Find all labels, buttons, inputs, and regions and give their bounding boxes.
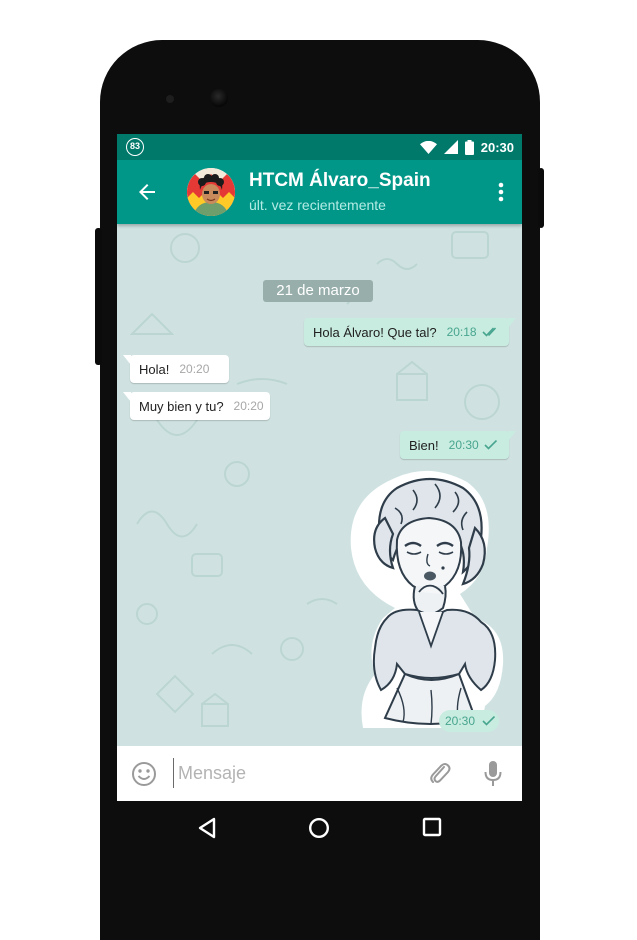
date-separator: 21 de marzo (263, 280, 373, 302)
message-bubble-incoming[interactable]: Muy bien y tu? 20:20 (123, 392, 270, 420)
message-text: Hola Álvaro! Que tal? (313, 324, 437, 340)
navigation-bar (117, 801, 522, 858)
home-circle-icon[interactable] (308, 817, 330, 839)
message-input-bar (117, 746, 522, 801)
notification-badge: 83 (126, 138, 144, 156)
more-vert-icon[interactable] (496, 180, 506, 204)
message-bubble-outgoing[interactable]: Bien! 20:30 (400, 431, 516, 459)
message-text: Hola! (139, 361, 170, 377)
sticker-time-badge: 20:30 (439, 710, 499, 732)
message-bubble-incoming[interactable]: Hola! 20:20 (123, 355, 229, 383)
marilyn-sticker[interactable] (335, 468, 522, 730)
chat-area[interactable]: 21 de marzo Hola Álvaro! Que tal? 20:18 … (117, 224, 522, 746)
mic-icon[interactable] (483, 760, 503, 788)
status-bar: 83 20:30 (117, 134, 522, 160)
message-time: 20:30 (448, 438, 479, 452)
screen: 83 20:30 HTCM Álvaro_Spain últ. vez reci… (117, 134, 522, 801)
app-bar: HTCM Álvaro_Spain últ. vez recientemente (117, 160, 522, 224)
status-clock: 20:30 (480, 139, 514, 155)
arrow-back-icon[interactable] (135, 180, 159, 204)
message-time: 20:20 (179, 362, 210, 376)
avatar-image (187, 168, 235, 216)
signal-icon (443, 140, 458, 154)
message-text: Muy bien y tu? (139, 398, 224, 414)
message-time: 20:18 (446, 325, 477, 339)
battery-icon (464, 139, 474, 155)
recents-square-icon[interactable] (422, 817, 442, 837)
chat-title[interactable]: HTCM Álvaro_Spain (249, 170, 431, 192)
check-icon (484, 440, 497, 450)
bubble-tail (123, 392, 131, 402)
bubble-tail (123, 355, 131, 365)
wifi-icon (419, 140, 437, 154)
last-seen-status: últ. vez recientemente (249, 197, 386, 213)
message-time: 20:30 (445, 714, 476, 728)
bubble-tail (508, 431, 516, 441)
attach-icon[interactable] (427, 760, 453, 786)
front-camera (210, 89, 228, 107)
back-triangle-icon[interactable] (197, 817, 217, 839)
avatar[interactable] (187, 168, 235, 216)
bubble-tail (508, 318, 516, 328)
power-button (538, 168, 544, 228)
double-check-icon (482, 327, 496, 337)
message-bubble-outgoing[interactable]: Hola Álvaro! Que tal? 20:18 (304, 318, 516, 346)
message-text: Bien! (409, 437, 439, 453)
message-time: 20:20 (233, 399, 264, 413)
check-icon (482, 716, 496, 726)
volume-button (95, 228, 102, 365)
message-input[interactable] (173, 758, 418, 788)
emoji-icon[interactable] (131, 761, 157, 787)
status-icons: 20:30 (419, 134, 514, 160)
proximity-sensor (166, 95, 174, 103)
